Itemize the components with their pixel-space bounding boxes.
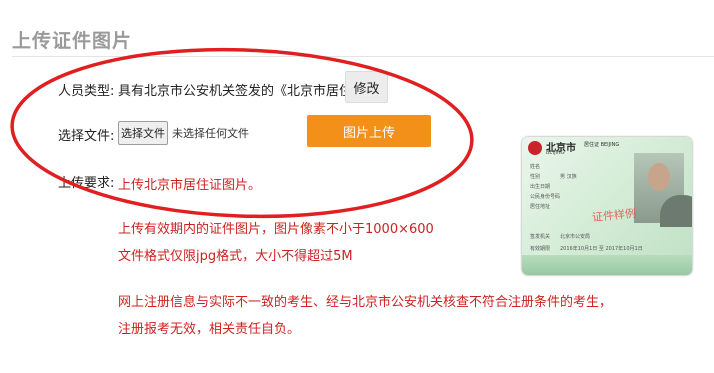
- card-field: 出生日期: [530, 184, 551, 190]
- card-field: 居住地址: [530, 204, 551, 210]
- card-subtitle: BEIJING: [546, 150, 565, 156]
- upload-image-button[interactable]: 图片上传: [307, 115, 431, 147]
- requirement-1: 上传北京市居住证图片。: [118, 178, 262, 193]
- portrait-face: [648, 163, 670, 191]
- emblem-icon: [528, 141, 542, 155]
- requirements-label: 上传要求:: [58, 176, 115, 191]
- card-field-value: 男 汉族: [560, 174, 577, 180]
- card-field: 签发机关: [530, 234, 551, 240]
- section-title: 上传证件图片: [12, 30, 133, 52]
- sample-watermark: 证件样例: [591, 206, 637, 225]
- card-field-value: 北京市公安局: [560, 234, 591, 240]
- person-type-label: 人员类型:: [58, 84, 115, 99]
- requirement-2: 上传有效期内的证件图片，图片像素不小于1000×600: [118, 222, 434, 237]
- card-field-value: 2016年10月1日 至 2017年10月1日: [560, 246, 643, 252]
- choose-file-label: 选择文件:: [58, 129, 115, 144]
- card-field: 姓名: [530, 164, 541, 170]
- card-field: 公民身份号码: [530, 194, 561, 200]
- card-field: 有效期限: [530, 246, 551, 252]
- requirement-3: 文件格式仅限jpg格式，大小不得超过5M: [118, 249, 353, 264]
- card-bottom-band: [522, 255, 692, 275]
- id-card-sample-image: 北京市 BEIJING 居住证 BEIJING 姓名 性别 男 汉族 出生日期 …: [522, 137, 692, 275]
- choose-file-button[interactable]: 选择文件: [118, 121, 168, 145]
- modify-button[interactable]: 修改: [345, 71, 388, 103]
- no-file-chosen-text: 未选择任何文件: [172, 127, 249, 140]
- requirement-5: 注册报考无效，相关责任自负。: [118, 322, 301, 337]
- card-header: 居住证 BEIJING: [584, 142, 620, 148]
- divider: [12, 56, 714, 57]
- card-field: 性别: [530, 174, 541, 180]
- requirement-4: 网上注册信息与实际不一致的考生、经与北京市公安机关核查不符合注册条件的考生，: [118, 295, 613, 310]
- person-type-value: 具有北京市公安机关签发的《北京市居住证》: [118, 84, 379, 99]
